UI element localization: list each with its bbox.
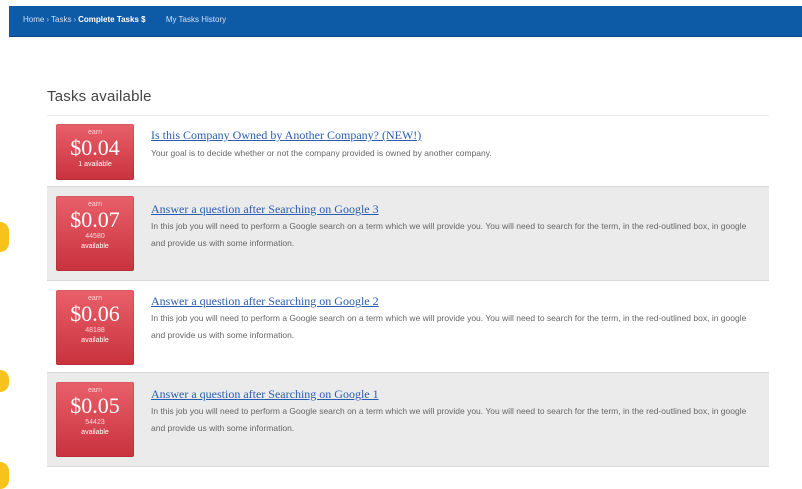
earn-badge[interactable]: earn $0.06 48188 available: [56, 290, 134, 365]
breadcrumb-home-link[interactable]: Home: [23, 15, 44, 24]
task-title-link[interactable]: Answer a question after Searching on Goo…: [151, 294, 379, 309]
task-description: Your goal is to decide whether or not th…: [151, 148, 492, 158]
available-count: 54423: [85, 419, 105, 426]
task-title-link[interactable]: Answer a question after Searching on Goo…: [151, 387, 379, 402]
breadcrumb: Home › Tasks › Complete Tasks $ My Tasks His…: [23, 15, 226, 24]
breadcrumb-separator: ›: [46, 15, 50, 24]
earn-amount: $0.06: [70, 301, 120, 326]
decor-shape-left-2: [0, 370, 9, 392]
task-description: In this job you will need to perform a G…: [151, 313, 747, 340]
decor-shape-left-1: [0, 222, 9, 252]
page-title: Tasks available: [47, 88, 152, 105]
task-title-link[interactable]: Is this Company Owned by Another Company…: [151, 128, 421, 143]
task-row: earn $0.04 1 available Is this Company O…: [47, 116, 769, 187]
available-label: available: [81, 337, 109, 344]
task-row: earn $0.05 54423 available Answer a ques…: [47, 373, 769, 467]
available-count: 44580: [85, 233, 105, 240]
my-tasks-history-link[interactable]: My Tasks History: [166, 15, 226, 24]
earn-badge[interactable]: earn $0.04 1 available: [56, 124, 134, 180]
decor-shape-left-3: [0, 462, 9, 489]
available-label: 1 available: [78, 161, 112, 168]
top-navigation-bar: Home › Tasks › Complete Tasks $ My Tasks His…: [9, 6, 802, 37]
task-row: earn $0.06 48188 available Answer a ques…: [47, 281, 769, 373]
task-description: In this job you will need to perform a G…: [151, 221, 747, 248]
breadcrumb-current: Complete Tasks $: [78, 15, 146, 24]
breadcrumb-separator: ›: [73, 15, 77, 24]
task-description: In this job you will need to perform a G…: [151, 406, 747, 433]
earn-amount: $0.04: [70, 135, 120, 160]
earn-badge[interactable]: earn $0.05 54423 available: [56, 382, 134, 457]
breadcrumb-tasks-link[interactable]: Tasks: [51, 15, 71, 24]
earn-amount: $0.05: [70, 393, 120, 418]
available-count: 48188: [85, 327, 105, 334]
available-label: available: [81, 243, 109, 250]
task-row: earn $0.07 44580 available Answer a ques…: [47, 187, 769, 281]
earn-badge[interactable]: earn $0.07 44580 available: [56, 196, 134, 271]
earn-amount: $0.07: [70, 207, 120, 232]
task-title-link[interactable]: Answer a question after Searching on Goo…: [151, 202, 379, 217]
available-label: available: [81, 429, 109, 436]
